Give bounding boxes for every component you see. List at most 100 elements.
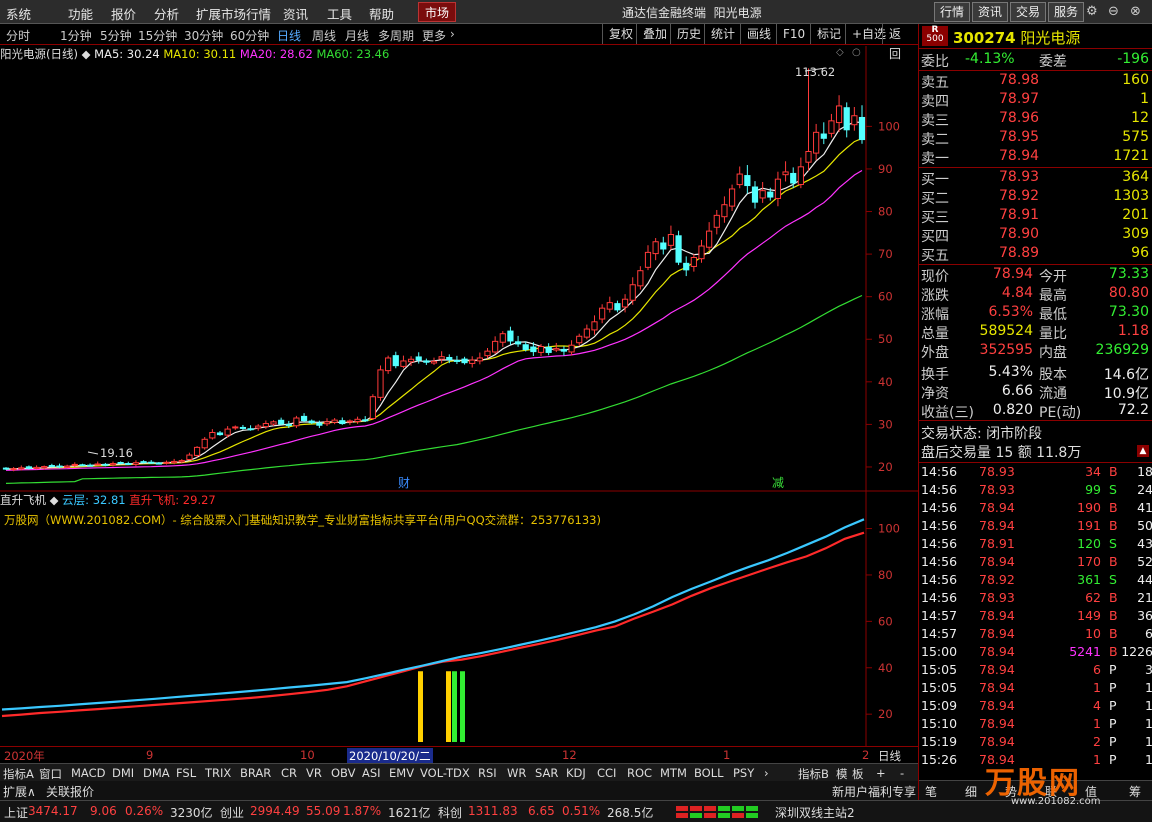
- tab-cci[interactable]: CCI: [597, 766, 616, 780]
- bid-row[interactable]: 买二 78.92 1303: [921, 188, 1151, 207]
- ask-row[interactable]: 卖五 78.98 160: [921, 72, 1151, 91]
- ask-row[interactable]: 卖三 78.96 12: [921, 110, 1151, 129]
- service-button[interactable]: 服务: [1048, 2, 1085, 22]
- tab-brar[interactable]: BRAR: [240, 766, 271, 780]
- tab-roc[interactable]: ROC: [627, 766, 652, 780]
- dropdown-icon[interactable]: ◆: [82, 47, 91, 61]
- bid-row[interactable]: 买四 78.90 309: [921, 226, 1151, 245]
- cy-index-name[interactable]: 创业: [220, 804, 244, 821]
- tab-detail[interactable]: 细: [965, 783, 977, 800]
- bid-row[interactable]: 买三 78.91 201: [921, 207, 1151, 226]
- ask-row[interactable]: 卖四 78.97 1: [921, 91, 1151, 110]
- tab-asi[interactable]: ASI: [362, 766, 381, 780]
- trade-button[interactable]: 交易: [1010, 2, 1047, 22]
- menu-item-function[interactable]: 功能: [68, 4, 93, 23]
- tab-template-1[interactable]: 模: [836, 766, 848, 782]
- menu-item-tools[interactable]: 工具: [327, 4, 352, 23]
- period-more[interactable]: 更多: [422, 27, 446, 44]
- overlay-button[interactable]: 叠加: [636, 24, 673, 44]
- indicator-chart[interactable]: 20 40 60 80 100: [0, 492, 918, 746]
- menu-item-news[interactable]: 资讯: [283, 4, 308, 23]
- chevron-right-icon[interactable]: ›: [764, 766, 769, 780]
- tab-template-2[interactable]: 板: [852, 766, 864, 782]
- tab-vol-tdx[interactable]: VOL-TDX: [420, 766, 470, 780]
- tick-row: 14:56 78.94 191 B 50: [921, 518, 1152, 536]
- period-1min[interactable]: 1分钟: [60, 27, 92, 44]
- period-fenshi[interactable]: 分时: [6, 27, 30, 44]
- extend-toggle[interactable]: 扩展∧: [3, 783, 36, 800]
- indicator-dropdown-icon[interactable]: ◆: [50, 493, 59, 507]
- history-button[interactable]: 历史: [670, 24, 707, 44]
- market-tab[interactable]: 市场: [418, 2, 456, 22]
- tab-fsl[interactable]: FSL: [176, 766, 196, 780]
- tab-vr[interactable]: VR: [306, 766, 322, 780]
- stats-row: 涨幅 6.53% 最低 73.30: [921, 304, 1151, 323]
- tick-direction: P: [1109, 662, 1117, 677]
- zoom-out-button[interactable]: -: [900, 766, 904, 780]
- tab-sar[interactable]: SAR: [535, 766, 558, 780]
- back-button[interactable]: 返回: [882, 24, 918, 61]
- zoom-in-button[interactable]: +: [876, 766, 886, 780]
- tab-dmi[interactable]: DMI: [112, 766, 134, 780]
- period-weekly[interactable]: 周线: [312, 27, 336, 44]
- tick-row: 14:57 78.94 10 B 6: [921, 626, 1152, 644]
- menu-item-quote[interactable]: 报价: [111, 4, 136, 23]
- tab-boll[interactable]: BOLL: [694, 766, 724, 780]
- stats-button[interactable]: 统计: [704, 24, 741, 44]
- promo-link[interactable]: 新用户福利专享: [832, 783, 916, 800]
- tab-chips[interactable]: 筹: [1129, 783, 1141, 800]
- minimize-icon[interactable]: ⊖: [1108, 4, 1119, 19]
- period-daily[interactable]: 日线: [277, 27, 301, 44]
- expand-icon[interactable]: ▲: [1137, 445, 1149, 457]
- menu-item-help[interactable]: 帮助: [369, 4, 394, 23]
- bid-row[interactable]: 买一 78.93 364: [921, 169, 1151, 188]
- restore-rights-button[interactable]: 复权: [602, 24, 639, 44]
- sh-index-name[interactable]: 上证: [4, 804, 28, 821]
- quote-button[interactable]: 行情: [934, 2, 971, 22]
- period-5min[interactable]: 5分钟: [100, 27, 132, 44]
- tab-kdj[interactable]: KDJ: [566, 766, 586, 780]
- tab-obv[interactable]: OBV: [331, 766, 355, 780]
- tab-wr[interactable]: WR: [507, 766, 526, 780]
- circle-icon[interactable]: ○: [852, 47, 861, 58]
- ask-row[interactable]: 卖二 78.95 575: [921, 129, 1151, 148]
- bid-row[interactable]: 买五 78.89 96: [921, 245, 1151, 264]
- diamond-icon[interactable]: ◇: [836, 47, 844, 58]
- period-multi[interactable]: 多周期: [378, 27, 414, 44]
- tab-indicator-a[interactable]: 指标A: [3, 766, 34, 782]
- tab-indicator-b[interactable]: 指标B: [798, 766, 829, 782]
- stat-label: 收益(三): [921, 405, 974, 421]
- tab-window[interactable]: 窗口: [39, 766, 62, 782]
- server-name[interactable]: 深圳双线主站2: [775, 804, 855, 821]
- menu-item-ext-market[interactable]: 扩展市场行情: [196, 4, 271, 23]
- chevron-right-icon[interactable]: ›: [450, 27, 455, 41]
- kc-index-name[interactable]: 科创: [438, 804, 462, 821]
- tab-trix[interactable]: TRIX: [205, 766, 231, 780]
- f10-button[interactable]: F10: [776, 24, 811, 44]
- tab-mtm[interactable]: MTM: [660, 766, 687, 780]
- related-quote-tab[interactable]: 关联报价: [46, 783, 94, 800]
- price-chart[interactable]: 20 30 40 50 60 70 80 90 100 113.62 19.16 财 减 ◇ ○: [0, 46, 918, 492]
- tab-dma[interactable]: DMA: [143, 766, 170, 780]
- period-60min[interactable]: 60分钟: [230, 27, 269, 44]
- period-monthly[interactable]: 月线: [345, 27, 369, 44]
- tab-rsi[interactable]: RSI: [478, 766, 497, 780]
- draw-line-button[interactable]: 画线: [740, 24, 777, 44]
- ask-row[interactable]: 卖一 78.94 1721: [921, 148, 1151, 167]
- period-15min[interactable]: 15分钟: [138, 27, 177, 44]
- mark-button[interactable]: 标记: [810, 24, 847, 44]
- tab-trades[interactable]: 笔: [925, 783, 937, 800]
- tab-macd[interactable]: MACD: [71, 766, 105, 780]
- settings-icon[interactable]: ⚙: [1086, 4, 1098, 19]
- close-icon[interactable]: ⊗: [1130, 4, 1141, 19]
- tab-psy[interactable]: PSY: [733, 766, 754, 780]
- menu-item-analysis[interactable]: 分析: [154, 4, 179, 23]
- after-hours-volume: 盘后交易量 15 额 11.8万: [921, 445, 1082, 461]
- menu-item-system[interactable]: 系统: [6, 4, 31, 23]
- date-label: 2020年: [4, 749, 45, 763]
- news-button[interactable]: 资讯: [972, 2, 1009, 22]
- heli-polyline: [1, 531, 865, 718]
- period-30min[interactable]: 30分钟: [184, 27, 223, 44]
- tab-emv[interactable]: EMV: [389, 766, 414, 780]
- tab-cr[interactable]: CR: [281, 766, 297, 780]
